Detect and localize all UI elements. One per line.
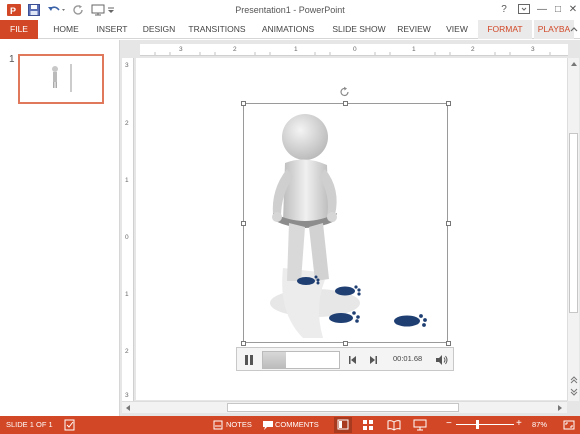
ruler-ticks xyxy=(154,52,551,55)
tab-file[interactable]: FILE xyxy=(0,20,38,39)
tab-insert[interactable]: INSERT xyxy=(92,20,132,39)
media-progress-fill xyxy=(263,352,286,368)
media-controls: 00:01.68 xyxy=(236,347,454,371)
vertical-ruler: 3 2 1 0 1 2 3 xyxy=(122,58,134,402)
media-time: 00:01.68 xyxy=(393,354,423,363)
move-forward-icon[interactable] xyxy=(367,354,379,366)
slide-thumbnail[interactable] xyxy=(18,54,104,104)
notes-button[interactable]: NOTES xyxy=(226,420,252,429)
fit-slide-to-window-icon[interactable] xyxy=(562,418,576,432)
resize-handle[interactable] xyxy=(241,101,246,106)
spelling-check-icon[interactable] xyxy=(64,419,76,431)
ruler-label: 2 xyxy=(125,120,129,127)
move-back-icon[interactable] xyxy=(347,354,359,366)
powerpoint-window: P Presentation1 - PowerPoint ? — □ ✕ FIL… xyxy=(0,0,580,434)
volume-icon[interactable] xyxy=(435,353,449,367)
thumbnail-preview-icon xyxy=(52,64,72,92)
collapse-ribbon-icon[interactable] xyxy=(570,22,580,37)
scroll-up-icon[interactable] xyxy=(570,60,578,68)
scroll-right-icon[interactable] xyxy=(556,404,564,412)
pause-icon[interactable] xyxy=(242,353,256,367)
horizontal-scroll-thumb[interactable] xyxy=(227,403,459,412)
zoom-in-button[interactable]: + xyxy=(516,418,522,429)
ruler-label: 2 xyxy=(125,348,129,355)
next-slide-icon[interactable] xyxy=(570,388,578,396)
ruler-label: 0 xyxy=(125,234,129,241)
zoom-slider[interactable] xyxy=(456,424,514,425)
tab-view[interactable]: VIEW xyxy=(442,20,472,39)
comments-icon xyxy=(262,419,274,431)
horizontal-ruler: 3 2 1 0 1 2 3 xyxy=(140,44,568,56)
video-selection-box[interactable] xyxy=(243,103,448,343)
resize-handle[interactable] xyxy=(343,341,348,346)
resize-handle[interactable] xyxy=(446,341,451,346)
ribbon-tabs: FILE HOME INSERT DESIGN TRANSITIONS ANIM… xyxy=(0,20,580,39)
ruler-label: 1 xyxy=(125,291,129,298)
resize-handle[interactable] xyxy=(446,101,451,106)
slide-sorter-icon[interactable] xyxy=(360,418,376,432)
rotate-handle-icon[interactable] xyxy=(339,86,351,98)
ruler-label: 3 xyxy=(125,392,129,399)
comments-button[interactable]: COMMENTS xyxy=(275,420,319,429)
resize-handle[interactable] xyxy=(343,101,348,106)
resize-handle[interactable] xyxy=(241,221,246,226)
slide-show-icon[interactable] xyxy=(412,418,428,432)
ruler-label: 1 xyxy=(125,177,129,184)
tab-slide-show[interactable]: SLIDE SHOW xyxy=(330,20,388,39)
zoom-level[interactable]: 87% xyxy=(532,420,547,429)
resize-handle[interactable] xyxy=(241,341,246,346)
slide-count[interactable]: SLIDE 1 OF 1 xyxy=(6,420,53,429)
media-progress-bar[interactable] xyxy=(262,351,340,369)
tab-design[interactable]: DESIGN xyxy=(138,20,180,39)
tab-playback[interactable]: PLAYBA xyxy=(534,20,574,39)
ribbon-display-options-button[interactable] xyxy=(514,2,534,16)
stick-figure-video-frame xyxy=(270,114,427,338)
normal-view-button[interactable] xyxy=(334,417,352,433)
tab-home[interactable]: HOME xyxy=(46,20,86,39)
scroll-left-icon[interactable] xyxy=(124,404,132,412)
reading-view-icon[interactable] xyxy=(386,418,402,432)
slide-thumbnail-pane: 1 xyxy=(0,40,120,416)
vertical-scrollbar[interactable] xyxy=(567,58,579,401)
tab-review[interactable]: REVIEW xyxy=(396,20,432,39)
notes-icon xyxy=(213,419,223,431)
help-button[interactable]: ? xyxy=(494,2,514,16)
previous-slide-icon[interactable] xyxy=(570,376,578,384)
slide-number: 1 xyxy=(9,54,15,65)
zoom-out-button[interactable]: − xyxy=(446,418,452,429)
zoom-slider-thumb[interactable] xyxy=(476,420,479,429)
close-button[interactable]: ✕ xyxy=(563,2,580,16)
tab-animations[interactable]: ANIMATIONS xyxy=(256,20,320,39)
status-bar: SLIDE 1 OF 1 NOTES COMMENTS − + 87% xyxy=(0,416,580,434)
tab-format[interactable]: FORMAT xyxy=(478,20,532,39)
vertical-scroll-thumb[interactable] xyxy=(569,133,578,313)
window-title: Presentation1 - PowerPoint xyxy=(235,5,345,15)
title-bar: P Presentation1 - PowerPoint ? — □ ✕ xyxy=(0,0,580,20)
ruler-label: 3 xyxy=(125,62,129,69)
tab-transitions[interactable]: TRANSITIONS xyxy=(186,20,248,39)
resize-handle[interactable] xyxy=(446,221,451,226)
horizontal-scrollbar[interactable] xyxy=(122,401,567,413)
